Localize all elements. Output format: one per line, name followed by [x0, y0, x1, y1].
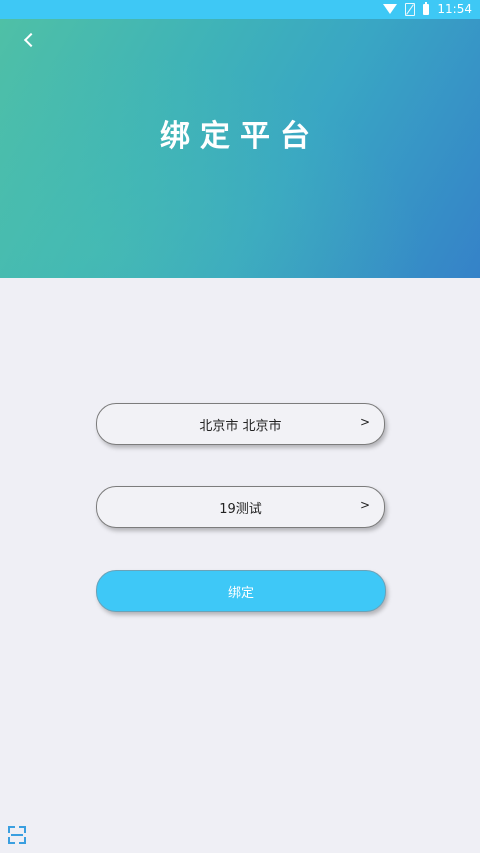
page-title: 绑定平台 — [160, 119, 320, 154]
scan-icon[interactable] — [8, 826, 26, 844]
status-icons: 11:54 — [383, 1, 472, 16]
battery-icon — [423, 1, 430, 15]
wifi-icon — [383, 4, 398, 14]
back-button[interactable] — [18, 29, 40, 51]
bind-button[interactable]: 绑定 — [96, 570, 386, 612]
platform-value: 19测试 — [219, 501, 262, 517]
header-banner: 绑定平台 — [0, 19, 480, 278]
no-sim-icon — [405, 2, 416, 16]
region-selector[interactable]: 北京市 北京市 > — [96, 403, 385, 445]
region-value: 北京市 北京市 — [199, 418, 282, 434]
chevron-right-icon: > — [359, 498, 370, 512]
platform-selector[interactable]: 19测试 > — [96, 486, 385, 528]
chevron-left-icon — [23, 32, 39, 48]
chevron-right-icon: > — [359, 415, 370, 429]
status-time: 11:54 — [437, 2, 472, 16]
status-bar: 11:54 — [0, 0, 480, 19]
